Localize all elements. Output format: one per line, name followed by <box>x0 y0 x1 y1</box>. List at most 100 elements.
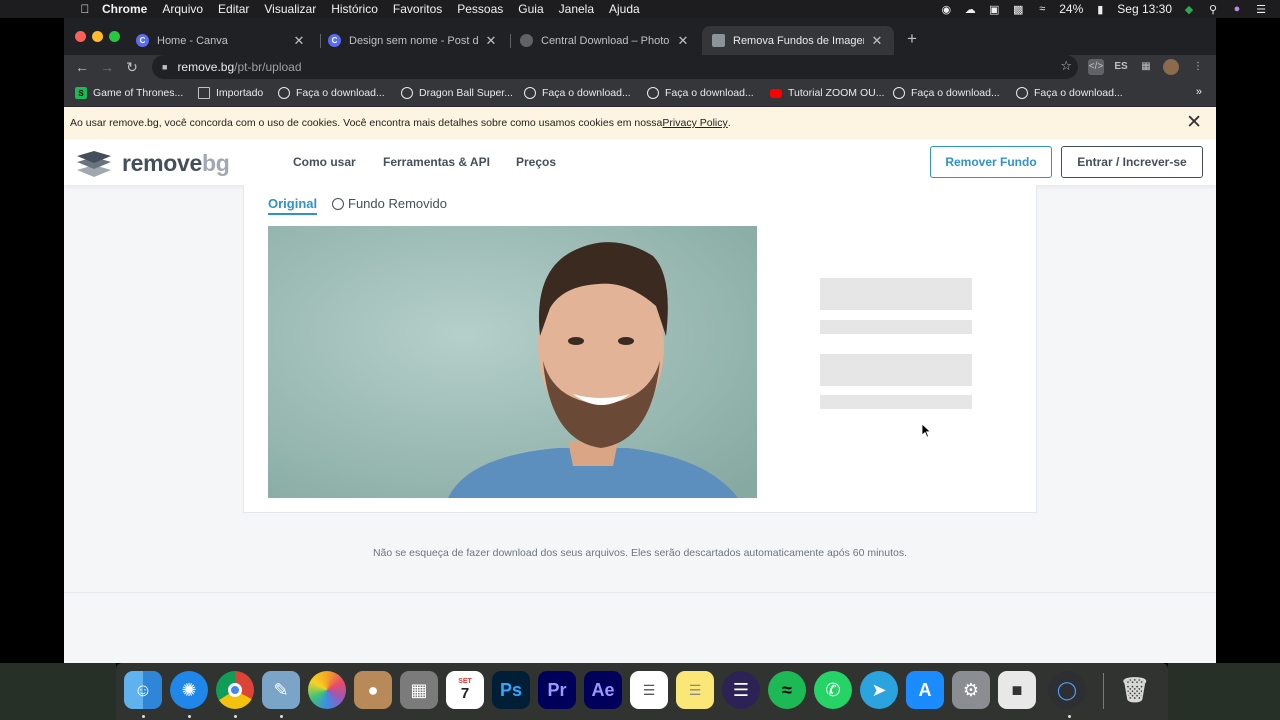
bookmark-item[interactable]: Faça o download... <box>893 85 1000 101</box>
loading-placeholder <box>820 354 972 386</box>
chrome-icon[interactable] <box>216 671 254 709</box>
bookmark-item[interactable]: Tutorial ZOOM OU... <box>770 85 884 101</box>
notification-icon[interactable]: ▣ <box>987 3 1001 16</box>
menu-arquivo[interactable]: Arquivo <box>162 2 203 16</box>
tab-strip: C Home - Canva ✕ C Design sem nome - Pos… <box>64 18 1216 55</box>
siri-icon[interactable]: ● <box>1230 3 1244 15</box>
portrait-image <box>268 226 757 498</box>
globe-icon <box>893 87 905 99</box>
tab-home-canva[interactable]: C Home - Canva ✕ <box>126 26 316 55</box>
quicktime-icon[interactable]: ◯ <box>1048 671 1086 709</box>
menu-ajuda[interactable]: Ajuda <box>609 2 640 16</box>
tab-central-download[interactable]: Central Download – Photo Can ✕ <box>510 26 700 55</box>
apple-icon[interactable]:  <box>78 2 92 16</box>
chrome-menu-icon[interactable]: ⋮ <box>1190 59 1206 75</box>
bookmark-item[interactable]: Faça o download... <box>1016 85 1123 101</box>
close-icon[interactable]: ✕ <box>1186 113 1202 133</box>
zoom-window-button[interactable] <box>109 31 120 42</box>
menu-visualizar[interactable]: Visualizar <box>264 2 316 16</box>
removebg-icon <box>712 34 725 47</box>
remove-background-button[interactable]: Remover Fundo <box>930 146 1052 178</box>
extension-code-icon[interactable]: </> <box>1088 59 1104 75</box>
close-icon[interactable]: ✕ <box>292 33 306 49</box>
after-effects-icon[interactable]: Ae <box>584 671 622 709</box>
system-preferences-icon[interactable]: ⚙ <box>952 671 990 709</box>
premiere-icon[interactable]: Pr <box>538 671 576 709</box>
removebg-logo[interactable]: remove bg <box>77 150 230 177</box>
brazil-flag-icon[interactable]: ◆ <box>1182 3 1196 16</box>
control-list-icon[interactable]: ☰ <box>1254 3 1268 16</box>
menu-app-chrome[interactable]: Chrome <box>102 2 147 16</box>
address-bar[interactable]: ■ remove.bg/pt-br/upload ☆ <box>152 55 1078 79</box>
notes-icon[interactable]: ☰ <box>676 671 714 709</box>
nav-ferramentas-api[interactable]: Ferramentas & API <box>383 155 490 169</box>
nav-precos[interactable]: Preços <box>516 155 556 169</box>
tab-remove-bg[interactable]: Remova Fundos de Imagens – r ✕ <box>702 26 894 55</box>
calculator-icon[interactable]: ▦ <box>400 671 438 709</box>
app-store-icon[interactable]: A <box>906 671 944 709</box>
finder-icon[interactable]: ☺ <box>124 671 162 709</box>
macos-dock: ☺ ✺ ✎ ● ▦ SET 7 Ps Pr Ae ☰ ☰ ☰ ≈ ✆ ➤ A ⚙… <box>116 663 1168 720</box>
preview-icon[interactable]: ✎ <box>262 671 300 709</box>
tab-background-removed[interactable]: Fundo Removido <box>332 196 447 211</box>
close-icon[interactable]: ✕ <box>676 33 690 49</box>
new-tab-button[interactable]: + <box>901 28 923 50</box>
menu-janela[interactable]: Janela <box>559 2 594 16</box>
reminders-icon[interactable]: ☰ <box>630 671 668 709</box>
reload-button[interactable]: ↻ <box>122 57 142 77</box>
menu-pessoas[interactable]: Pessoas <box>457 2 503 16</box>
spotlight-search-icon[interactable]: ⚲ <box>1206 3 1220 16</box>
tab-design-sem-nome[interactable]: C Design sem nome - Post do Ins ✕ <box>318 26 508 55</box>
extension-es-icon[interactable]: ES <box>1113 59 1129 75</box>
close-window-button[interactable] <box>75 31 86 42</box>
battery-icon[interactable]: ▮ <box>1093 3 1107 16</box>
bookmark-folder[interactable]: Importado <box>198 85 263 101</box>
bookmark-item[interactable]: S Game of Thrones... <box>75 85 183 101</box>
nav-como-usar[interactable]: Como usar <box>293 155 356 169</box>
lock-icon[interactable]: ■ <box>162 62 167 72</box>
photos-icon[interactable] <box>308 671 346 709</box>
spotify-icon[interactable]: ≈ <box>768 671 806 709</box>
bookmark-star-icon[interactable]: ☆ <box>1060 58 1072 74</box>
bookmark-item[interactable]: Dragon Ball Super... <box>401 85 513 101</box>
menu-guia[interactable]: Guia <box>518 2 543 16</box>
privacy-policy-link[interactable]: Privacy Policy <box>662 117 727 129</box>
bookmark-label: Game of Thrones... <box>93 87 184 99</box>
trash-icon[interactable]: 🗑 <box>1116 671 1154 709</box>
bookmark-item[interactable]: Faça o download... <box>524 85 631 101</box>
bookmark-item[interactable]: Faça o download... <box>278 85 385 101</box>
photoshop-icon[interactable]: Ps <box>492 671 530 709</box>
menu-historico[interactable]: Histórico <box>331 2 378 16</box>
telegram-icon[interactable]: ➤ <box>860 671 898 709</box>
folder-icon <box>198 87 210 99</box>
browser-toolbar: ← → ↻ ■ remove.bg/pt-br/upload ☆ </> ES … <box>64 55 1216 79</box>
screen-icon[interactable]: ▩ <box>1011 3 1025 16</box>
bookmark-item[interactable]: Faça o download... <box>647 85 754 101</box>
record-icon[interactable]: ◉ <box>939 3 953 16</box>
profile-avatar-icon[interactable] <box>1163 59 1179 75</box>
close-icon[interactable]: ✕ <box>870 33 884 49</box>
menu-favoritos[interactable]: Favoritos <box>393 2 442 16</box>
wifi-icon[interactable]: ≈ <box>1035 3 1049 15</box>
address-host: remove.bg <box>177 60 235 74</box>
login-signup-button[interactable]: Entrar / Increver-se <box>1061 146 1203 178</box>
roblox-icon[interactable]: ■ <box>998 671 1036 709</box>
close-icon[interactable]: ✕ <box>484 33 498 49</box>
youtube-icon <box>770 88 782 98</box>
safari-icon[interactable]: ✺ <box>170 671 208 709</box>
tab-original[interactable]: Original <box>268 196 318 215</box>
menu-editar[interactable]: Editar <box>218 2 249 16</box>
eclipse-icon[interactable]: ☰ <box>722 671 760 709</box>
contacts-icon[interactable]: ● <box>354 671 392 709</box>
calendar-icon[interactable]: SET 7 <box>446 671 484 709</box>
globe-icon <box>520 34 533 47</box>
whatsapp-icon[interactable]: ✆ <box>814 671 852 709</box>
creative-cloud-icon[interactable]: ☁ <box>963 3 977 16</box>
back-button[interactable]: ← <box>72 57 92 77</box>
extensions-puzzle-icon[interactable]: ▦ <box>1138 59 1154 75</box>
bookmarks-overflow-button[interactable]: » <box>1196 86 1202 98</box>
menubar-clock[interactable]: Seg 13:30 <box>1117 2 1172 16</box>
globe-icon <box>524 87 536 99</box>
forward-button[interactable]: → <box>97 57 117 77</box>
minimize-window-button[interactable] <box>92 31 103 42</box>
